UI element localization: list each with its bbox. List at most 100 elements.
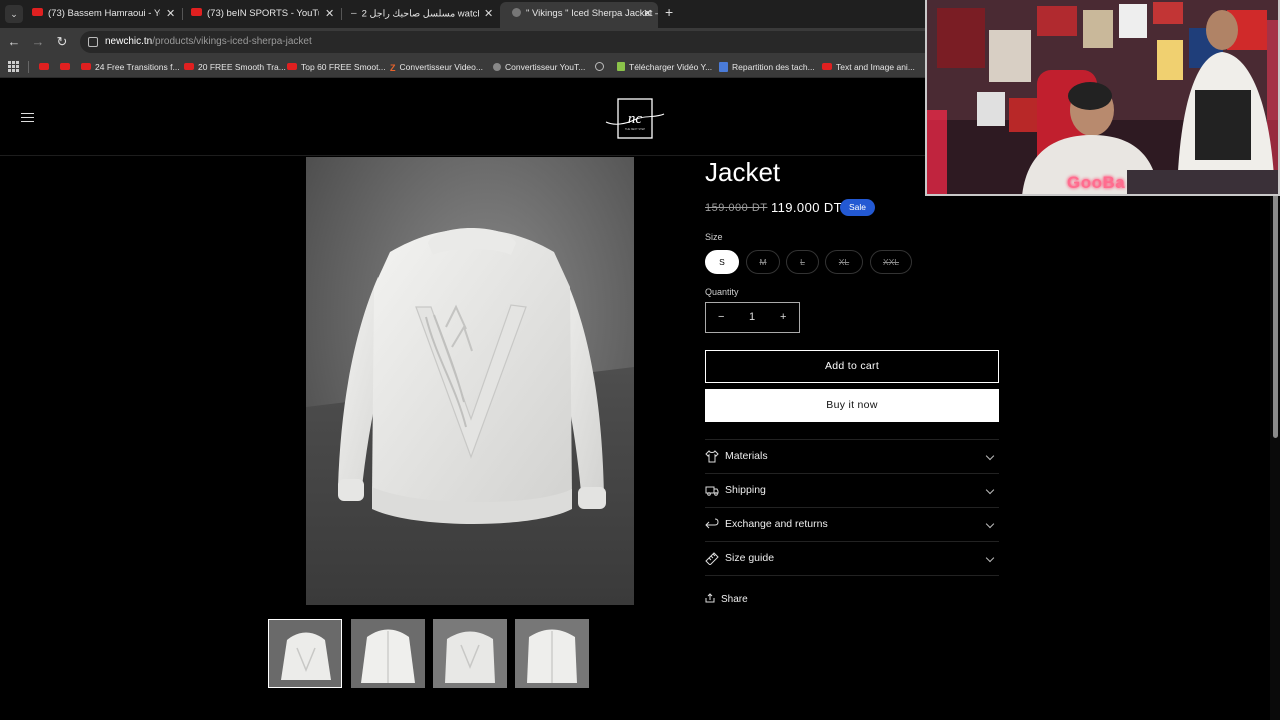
plus-icon[interactable]: + <box>780 303 786 332</box>
close-tab-icon[interactable]: ✕ <box>484 3 493 25</box>
svg-text:THE NEXT STEP: THE NEXT STEP <box>625 127 646 131</box>
tab-search-icon[interactable]: ⌄ <box>5 5 23 23</box>
tab-separator <box>182 8 183 20</box>
product-title: Jacket <box>705 157 781 187</box>
thumbnail-4-front[interactable] <box>515 619 589 688</box>
quantity-input[interactable]: 1 <box>749 303 755 332</box>
size-option-s[interactable]: S <box>705 250 739 274</box>
thumbnail-1-back[interactable] <box>268 619 342 688</box>
thumbnail-2-front[interactable] <box>351 619 425 688</box>
apps-grid-icon[interactable] <box>8 61 19 72</box>
back-icon[interactable]: ← <box>5 33 23 51</box>
accordion-materials[interactable]: Materials <box>705 439 999 473</box>
sherpa-jacket-image <box>306 157 634 605</box>
svg-text:nc: nc <box>628 111 643 127</box>
thumbnail-jacket-back-alt-icon <box>433 619 507 688</box>
youtube-icon <box>184 63 194 71</box>
buy-it-now-button[interactable]: Buy it now <box>705 389 999 422</box>
add-to-cart-button[interactable]: Add to cart <box>705 350 999 383</box>
store-logo[interactable]: nc THE NEXT STEP <box>604 98 666 140</box>
bookmark-separator <box>28 61 29 73</box>
youtube-icon <box>60 63 70 71</box>
quantity-label: Quantity <box>705 287 739 297</box>
price-regular: 159.000 DT <box>705 202 768 214</box>
chevron-down-icon <box>985 519 995 529</box>
size-option-m[interactable]: M <box>746 250 780 274</box>
tab-vikings-jacket[interactable]: " Vikings " Iced Sherpa Jacket – <box>500 2 658 28</box>
bookmark-20-free-smooth[interactable]: 20 FREE Smooth Tra... <box>184 56 286 78</box>
accordion-divider <box>705 575 999 576</box>
close-tab-icon[interactable]: ✕ <box>325 3 334 25</box>
share-button[interactable]: Share <box>705 592 748 608</box>
bookmark-convertisseur-youtube[interactable]: Convertisseur YouT... <box>493 56 585 78</box>
scrollbar-thumb[interactable] <box>1273 168 1278 438</box>
accordion-label: Shipping <box>725 484 766 496</box>
bookmark-repartition-taches[interactable]: Repartition des tach... <box>719 56 815 78</box>
accordion-label: Size guide <box>725 552 775 564</box>
quantity-stepper: − 1 + <box>705 302 800 333</box>
url-path: /products/vikings-iced-sherpa-jacket <box>152 36 312 47</box>
youtube-icon <box>822 63 832 71</box>
bookmark-youtube-1[interactable] <box>39 56 53 78</box>
chevron-down-icon <box>985 553 995 563</box>
size-option-l[interactable]: L <box>786 250 819 274</box>
reload-icon[interactable]: ↻ <box>53 33 71 51</box>
youtube-icon <box>191 8 202 17</box>
dash-icon: – <box>351 8 357 19</box>
share-icon <box>705 593 715 603</box>
site-info-icon[interactable] <box>88 37 98 47</box>
accordion-label: Exchange and returns <box>725 518 828 530</box>
close-tab-icon[interactable]: ✕ <box>166 3 175 25</box>
bookmark-24-free-transitions[interactable]: 24 Free Transitions f... <box>81 56 180 78</box>
accordion-exchange-returns[interactable]: Exchange and returns <box>705 507 999 541</box>
webcam-feed-image <box>927 0 1278 194</box>
tab-separator <box>341 8 342 20</box>
minus-icon[interactable]: − <box>718 303 724 332</box>
tab-series[interactable]: –مسلسل صاحبك راجل 2 watch cima <box>351 3 479 25</box>
youtube-icon <box>287 63 297 71</box>
z-icon: Z <box>390 62 396 73</box>
bookmark-youtube-2[interactable] <box>60 56 74 78</box>
streamer-name-label: GooBa <box>1067 173 1126 192</box>
logo-mark-icon: nc THE NEXT STEP <box>605 98 665 139</box>
size-option-xxl[interactable]: XXL <box>870 250 912 274</box>
youtube-icon <box>81 63 91 71</box>
ruler-icon <box>705 552 719 565</box>
chevron-down-icon <box>985 451 995 461</box>
globe-icon <box>512 7 521 17</box>
chevron-down-icon <box>985 485 995 495</box>
product-main-image[interactable] <box>306 157 634 605</box>
bookmark-text-image-animation[interactable]: Text and Image ani... <box>822 56 915 78</box>
size-option-xl[interactable]: XL <box>825 250 863 274</box>
circle-icon <box>595 62 604 72</box>
bookmark-convertisseur-video[interactable]: Z Convertisseur Video... <box>390 56 483 78</box>
truck-icon <box>705 486 719 496</box>
url-text: newchic.tn/products/vikings-iced-sherpa-… <box>105 31 312 53</box>
bookmark-telecharger-video[interactable]: Télécharger Vidéo Y... <box>617 56 712 78</box>
url-domain: newchic.tn <box>105 36 153 47</box>
thumbnail-jacket-back-icon <box>269 620 341 687</box>
accordion-label: Materials <box>725 450 768 462</box>
close-tab-icon[interactable]: ✕ <box>643 3 652 25</box>
shirt-icon <box>705 450 719 463</box>
price-sale: 119.000 DT <box>771 200 842 215</box>
thumbnail-jacket-front-alt-icon <box>515 619 589 688</box>
forward-icon[interactable]: → <box>29 33 47 51</box>
sale-badge: Sale <box>840 199 875 216</box>
thumbnail-3-back[interactable] <box>433 619 507 688</box>
youtube-icon <box>39 63 49 71</box>
size-label: Size <box>705 232 723 242</box>
doc-icon <box>719 61 728 72</box>
gear-icon <box>493 62 501 71</box>
return-arrow-icon <box>705 518 719 529</box>
webcam-overlay: GooBa <box>925 0 1280 196</box>
menu-icon[interactable] <box>21 113 34 123</box>
accordion-size-guide[interactable]: Size guide <box>705 541 999 575</box>
bookmark-top-60-free[interactable]: Top 60 FREE Smoot... <box>287 56 386 78</box>
accordion-shipping[interactable]: Shipping <box>705 473 999 507</box>
address-bar[interactable]: newchic.tn/products/vikings-iced-sherpa-… <box>80 31 960 53</box>
bookmark-circle[interactable] <box>595 56 608 78</box>
tab-bassem-hamraoui[interactable]: (73) Bassem Hamraoui - YouTube <box>32 3 160 25</box>
tab-bein-sports[interactable]: (73) beIN SPORTS - YouTube <box>191 3 319 25</box>
new-tab-icon[interactable]: + <box>665 4 673 20</box>
